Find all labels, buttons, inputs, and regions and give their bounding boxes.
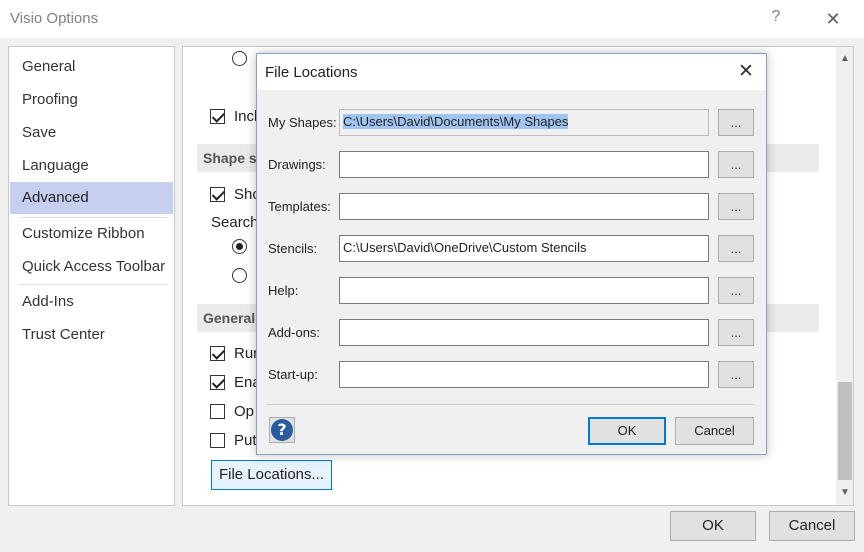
nav-divider — [19, 284, 169, 285]
nav-item-save[interactable]: Save — [10, 117, 173, 149]
nav-item-trust-center[interactable]: Trust Center — [10, 319, 173, 351]
templates-label: Templates: — [268, 199, 331, 214]
scroll-down-icon[interactable]: ▼ — [836, 484, 854, 502]
my-shapes-value: C:\Users\David\Documents\My Shapes — [343, 114, 569, 129]
help-label: Help: — [268, 283, 299, 298]
nav-item-language[interactable]: Language — [10, 150, 173, 182]
file-locations-button[interactable]: File Locations... — [211, 460, 332, 490]
stencils-browse-button[interactable]: ... — [718, 235, 754, 262]
dialog-cancel-button[interactable]: Cancel — [675, 417, 754, 445]
drawings-browse-button[interactable]: ... — [718, 151, 754, 178]
window-title: Visio Options — [10, 10, 99, 27]
open-option-label: Op — [234, 403, 255, 420]
stencils-label: Stencils: — [268, 241, 318, 256]
my-shapes-browse-button[interactable]: ... — [718, 109, 754, 136]
nav-item-add-ins[interactable]: Add-Ins — [10, 286, 173, 318]
nav-item-advanced[interactable]: Advanced — [10, 182, 173, 214]
help-browse-button[interactable]: ... — [718, 277, 754, 304]
run-checkbox[interactable] — [210, 346, 225, 361]
add-ons-field[interactable] — [339, 319, 709, 346]
file-locations-dialog: File Locations ✕ My Shapes: C:\Users\Dav… — [256, 53, 767, 455]
show-checkbox[interactable] — [210, 187, 225, 202]
put-option-label: Put — [234, 432, 257, 449]
ok-button[interactable]: OK — [670, 511, 756, 541]
close-icon[interactable]: ✕ — [823, 8, 843, 30]
search-radio-selected[interactable] — [232, 239, 247, 254]
add-ons-browse-button[interactable]: ... — [718, 319, 754, 346]
dialog-body: My Shapes: C:\Users\David\Documents\My S… — [257, 90, 766, 454]
add-ons-label: Add-ons: — [268, 325, 321, 340]
nav-item-general[interactable]: General — [10, 51, 173, 83]
options-nav: General Proofing Save Language Advanced … — [8, 46, 175, 506]
window-titlebar — [0, 0, 864, 38]
drawings-label: Drawings: — [268, 157, 326, 172]
question-icon: ? — [271, 419, 293, 441]
dialog-divider — [267, 404, 755, 405]
search-option-label: Search — [211, 214, 259, 231]
templates-browse-button[interactable]: ... — [718, 193, 754, 220]
drawings-field[interactable] — [339, 151, 709, 178]
nav-item-quick-access-toolbar[interactable]: Quick Access Toolbar — [10, 251, 173, 283]
start-up-browse-button[interactable]: ... — [718, 361, 754, 388]
start-up-label: Start-up: — [268, 367, 318, 382]
put-checkbox[interactable] — [210, 433, 225, 448]
scroll-up-icon[interactable]: ▲ — [836, 50, 854, 68]
nav-item-customize-ribbon[interactable]: Customize Ribbon — [10, 218, 173, 250]
stencils-field[interactable]: C:\Users\David\OneDrive\Custom Stencils — [339, 235, 709, 262]
help-button[interactable]: ? — [766, 8, 786, 30]
templates-field[interactable] — [339, 193, 709, 220]
nav-item-proofing[interactable]: Proofing — [10, 84, 173, 116]
cancel-button[interactable]: Cancel — [769, 511, 855, 541]
include-option-label: Incl — [234, 108, 258, 125]
dialog-close-icon[interactable]: ✕ — [735, 61, 757, 83]
open-checkbox[interactable] — [210, 404, 225, 419]
option-radio[interactable] — [232, 51, 247, 66]
my-shapes-label: My Shapes: — [268, 115, 337, 130]
help-field[interactable] — [339, 277, 709, 304]
search-radio[interactable] — [232, 268, 247, 283]
dialog-title: File Locations — [265, 64, 358, 81]
enable-checkbox[interactable] — [210, 375, 225, 390]
my-shapes-field[interactable]: C:\Users\David\Documents\My Shapes — [339, 109, 709, 136]
dialog-ok-button[interactable]: OK — [588, 417, 666, 445]
include-checkbox[interactable] — [210, 109, 225, 124]
scroll-thumb[interactable] — [838, 382, 852, 480]
start-up-field[interactable] — [339, 361, 709, 388]
dialog-help-button[interactable]: ? — [269, 417, 295, 443]
